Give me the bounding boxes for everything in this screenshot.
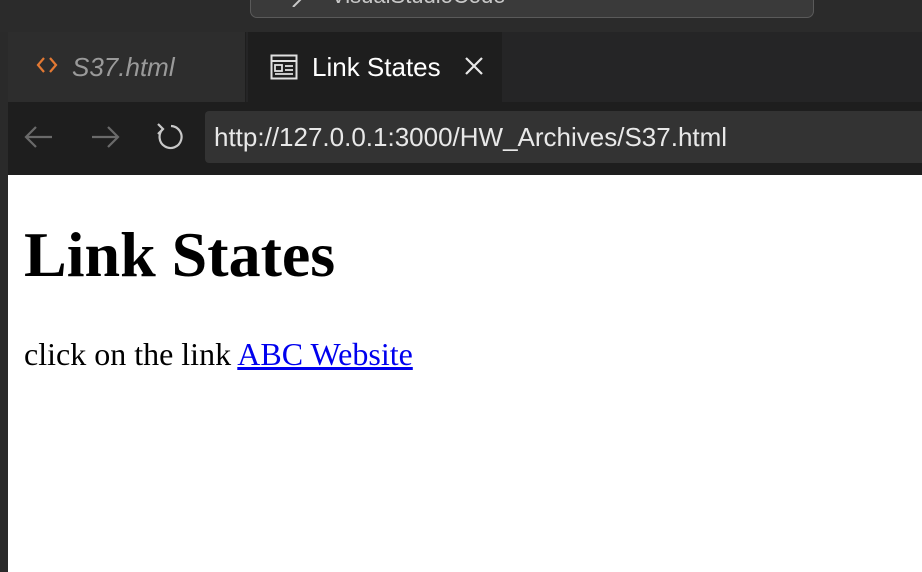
page-heading: Link States: [24, 219, 336, 290]
preview-icon: [270, 54, 298, 80]
editor-tab-bar: S37.html Link States: [8, 32, 922, 102]
search-icon: [292, 0, 302, 7]
tab-label: S37.html: [72, 52, 175, 82]
url-input[interactable]: [205, 111, 922, 163]
browser-toolbar: [8, 102, 922, 174]
close-icon[interactable]: [462, 54, 486, 78]
forward-arrow-icon[interactable]: [88, 120, 122, 154]
command-center-label: VisualStudioCode: [331, 0, 506, 9]
url-bar[interactable]: [205, 111, 922, 163]
back-arrow-icon[interactable]: [22, 120, 56, 154]
html-code-icon: [36, 57, 58, 73]
tab-link-states[interactable]: Link States: [248, 32, 502, 102]
abc-website-link[interactable]: ABC Website: [237, 336, 413, 372]
tab-s37-html[interactable]: S37.html: [8, 32, 246, 102]
title-bar: VisualStudioCode: [0, 0, 922, 32]
command-center[interactable]: VisualStudioCode: [250, 0, 814, 18]
page-viewport: Link States click on the link ABC Websit…: [8, 175, 922, 572]
reload-icon[interactable]: [154, 120, 188, 154]
activity-bar-edge: [0, 32, 8, 572]
page-paragraph: click on the link ABC Website: [24, 335, 413, 373]
tab-label: Link States: [312, 52, 441, 82]
paragraph-text: click on the link: [24, 336, 238, 372]
